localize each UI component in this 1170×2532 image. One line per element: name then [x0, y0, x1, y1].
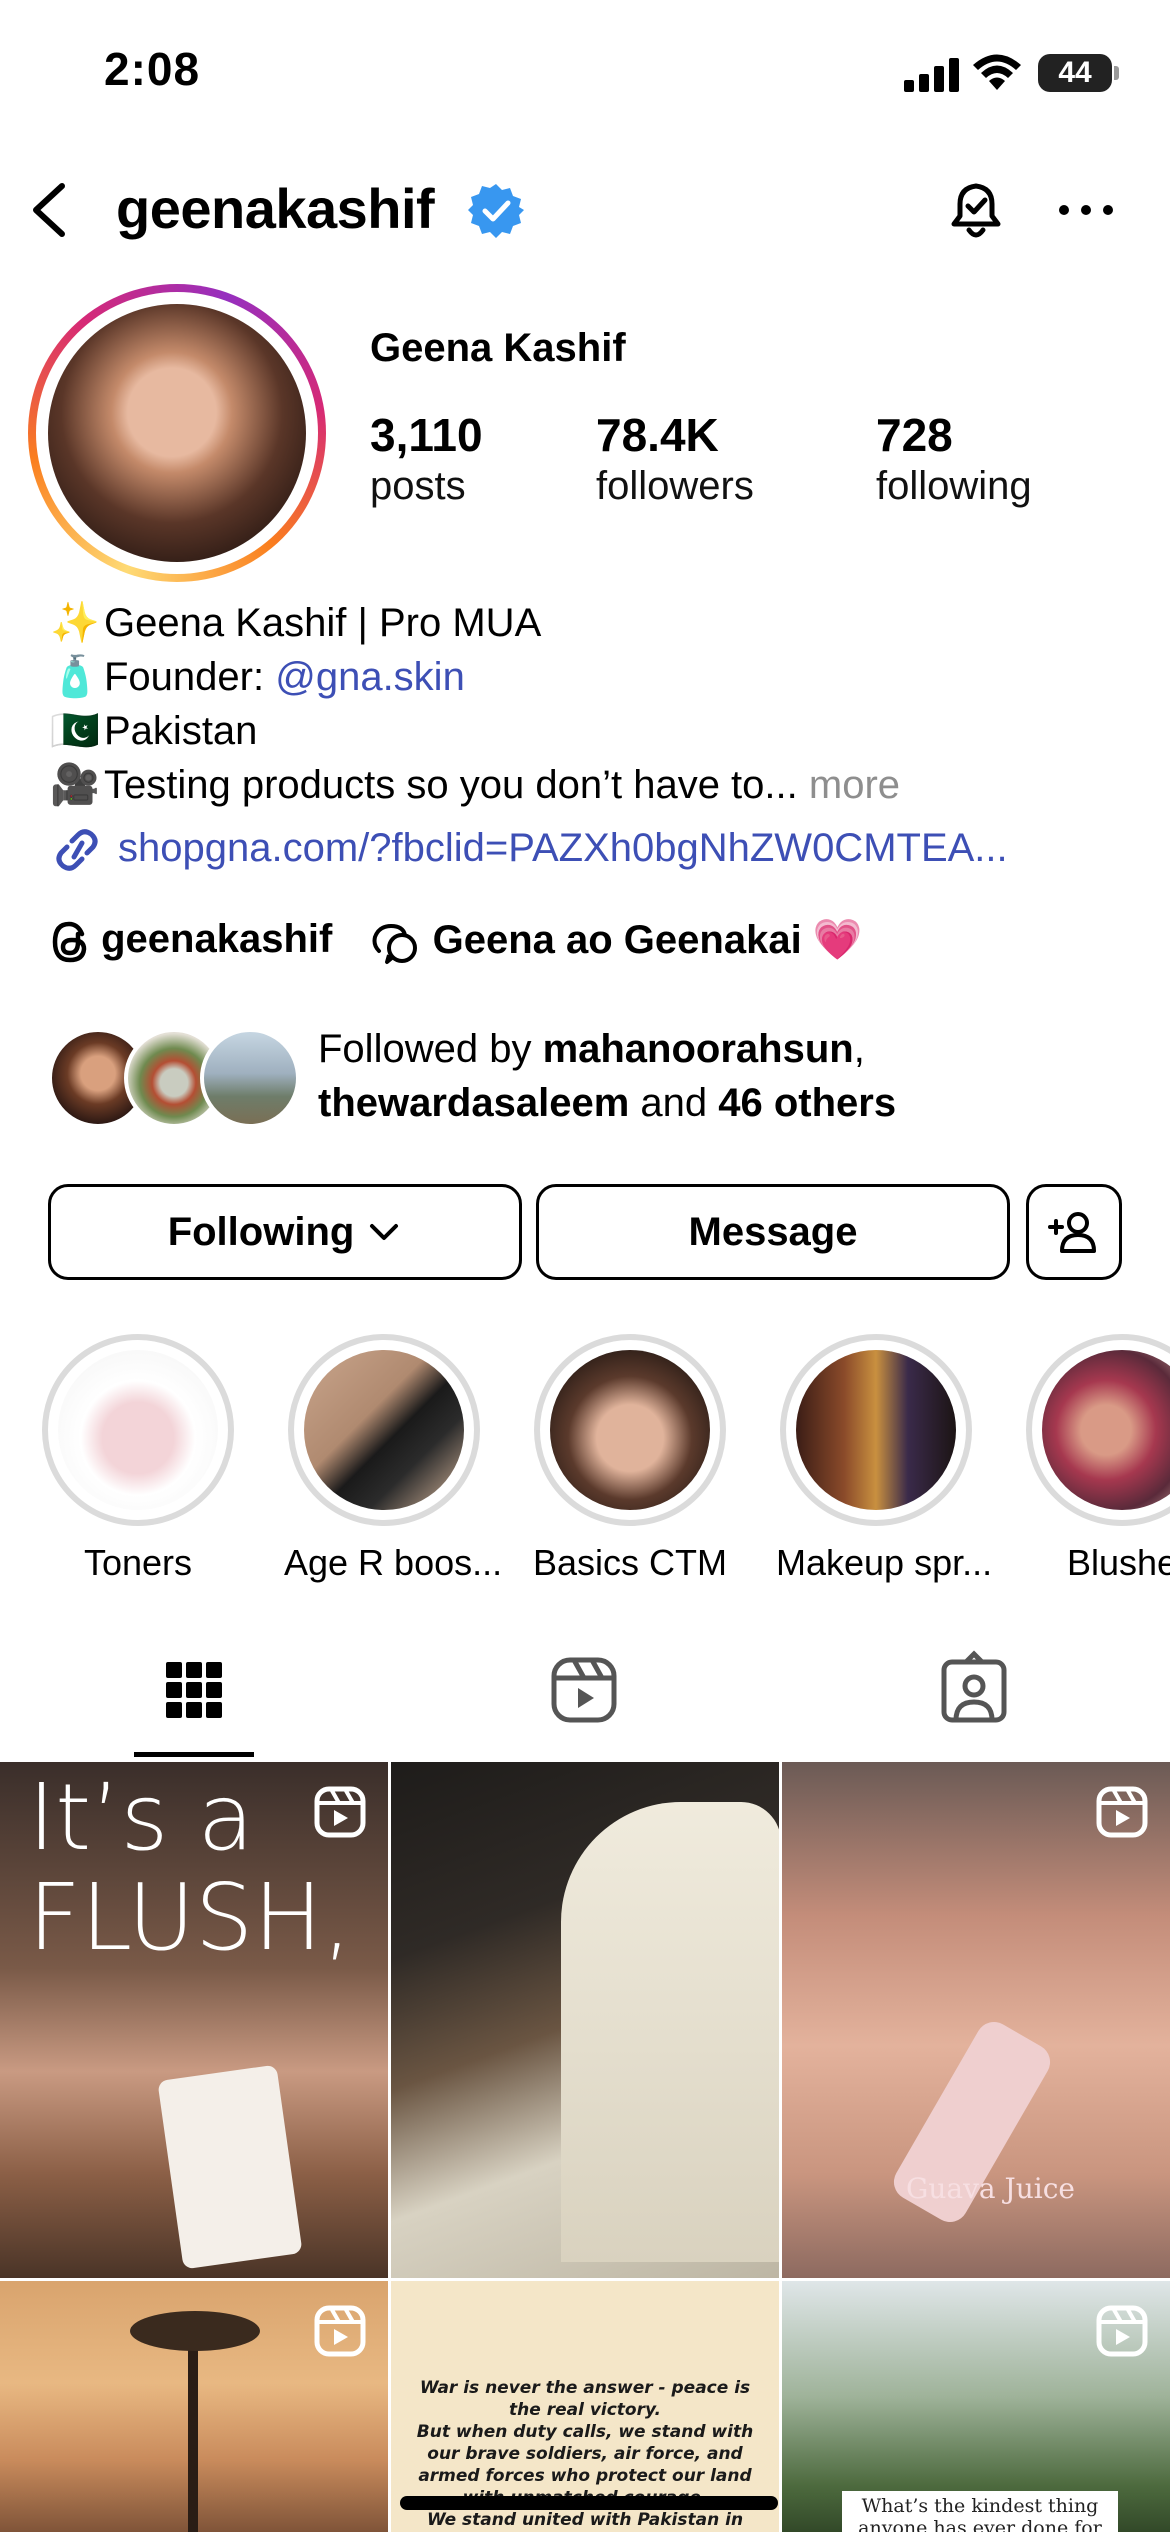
story-highlight[interactable]: Makeup spr...	[776, 1334, 993, 1584]
profile-header-bar: geenakashif	[0, 160, 1170, 260]
post-caption: Guava Juice	[906, 2172, 1075, 2205]
message-button[interactable]: Message	[536, 1184, 1010, 1280]
tree-trunk	[188, 2321, 198, 2532]
verified-badge-icon	[468, 184, 524, 238]
highlight-cover	[304, 1350, 464, 1510]
bio-line-2: 🧴 Founder: @gna.skin	[50, 650, 1130, 704]
tree-canopy	[130, 2311, 260, 2351]
external-link[interactable]: shopgna.com/?fbclid=PAZXh0bgNhZW0CMTEA..…	[50, 826, 1008, 873]
reel-icon	[1096, 1786, 1148, 1838]
sparkles-emoji: ✨	[50, 601, 100, 645]
more-options-icon[interactable]	[1054, 182, 1118, 238]
pakistan-flag-emoji: 🇵🇰	[50, 709, 100, 753]
profile-content-tabs	[0, 1636, 1170, 1760]
followers-count: 78.4K	[596, 409, 719, 461]
status-bar: 2:08 44	[0, 0, 1170, 150]
following-button[interactable]: Following	[48, 1184, 522, 1280]
reels-tab-icon[interactable]	[544, 1650, 624, 1730]
mutual-follower-others: 46 others	[718, 1081, 897, 1125]
lotion-emoji: 🧴	[50, 655, 100, 699]
back-arrow-icon[interactable]	[20, 174, 80, 244]
threads-link[interactable]: geenakashif	[50, 917, 332, 963]
mutual-follower-avatar	[200, 1028, 300, 1128]
notifications-bell-icon[interactable]	[940, 174, 1012, 246]
post-text-box: What’s the kindest thing anyone has ever…	[842, 2491, 1118, 2532]
profile-avatar-story-ring[interactable]	[28, 284, 326, 582]
grid-post[interactable]: War is never the answer - peace is the r…	[391, 2281, 779, 2532]
followers-label: followers	[596, 464, 754, 508]
grid-post[interactable]: What’s the kindest thing anyone has ever…	[782, 2281, 1170, 2532]
add-person-icon	[1048, 1212, 1096, 1253]
social-links-row: geenakashif Geena ao Geenakai 💗	[50, 916, 891, 976]
battery-icon: 44	[1038, 54, 1119, 92]
highlight-label: Basics CTM	[532, 1542, 727, 1583]
highlight-label: Toners	[83, 1542, 193, 1583]
reel-icon	[314, 2305, 366, 2357]
grid-post[interactable]	[391, 1762, 779, 2278]
story-highlight[interactable]: Blushe	[1022, 1334, 1170, 1584]
highlight-cover	[796, 1350, 956, 1510]
mutual-follower-name: mahanoorahsun	[542, 1027, 854, 1071]
posts-stat[interactable]: 3,110 posts	[370, 408, 483, 510]
chevron-down-icon	[370, 1224, 399, 1240]
following-stat[interactable]: 728 following	[876, 408, 1032, 510]
followed-by-text: Followed by mahanoorahsun, thewardasalee…	[318, 1027, 897, 1125]
highlight-cover	[550, 1350, 710, 1510]
story-highlight[interactable]: Age R boos...	[284, 1334, 503, 1584]
status-time: 2:08	[104, 43, 201, 95]
grid-posts-tab-icon[interactable]	[154, 1650, 234, 1730]
highlight-label: Age R boos...	[284, 1542, 503, 1583]
grid-post[interactable]: It’s a FLUSH,	[0, 1762, 388, 2278]
product-box	[157, 2064, 303, 2270]
followers-stat[interactable]: 78.4K followers	[596, 408, 754, 510]
wifi-icon	[973, 54, 1021, 90]
highlight-label: Makeup spr...	[776, 1542, 993, 1583]
pink-heart-emoji: 💗	[812, 918, 863, 963]
tagged-tab-icon[interactable]	[934, 1650, 1014, 1730]
bio-line-1: ✨ Geena Kashif | Pro MUA	[50, 596, 1130, 650]
mention-link[interactable]: @gna.skin	[275, 655, 465, 699]
bio: ✨ Geena Kashif | Pro MUA 🧴 Founder: @gna.s…	[50, 596, 1130, 812]
highlight-cover	[1042, 1350, 1170, 1510]
link-icon	[56, 829, 98, 872]
story-highlight[interactable]: Basics CTM	[530, 1334, 730, 1584]
threads-icon	[52, 921, 87, 962]
grid-post[interactable]: Guava Juice	[782, 1762, 1170, 2278]
following-label: following	[876, 464, 1032, 508]
highlight-label: Blushe	[1066, 1542, 1170, 1583]
bio-line-3: 🇵🇰 Pakistan	[50, 704, 1130, 758]
bio-more-link[interactable]: more	[809, 763, 900, 807]
story-highlight[interactable]: Toners	[38, 1334, 238, 1584]
home-indicator[interactable]	[400, 2496, 778, 2510]
active-tab-indicator	[134, 1752, 254, 1757]
reel-icon	[1096, 2305, 1148, 2357]
post-overlay-text: FLUSH,	[28, 1864, 352, 1971]
profile-username: geenakashif	[116, 177, 435, 240]
reel-icon	[314, 1786, 366, 1838]
cellular-signal-icon	[904, 58, 962, 92]
profile-avatar	[48, 304, 306, 562]
broadcast-channel-link[interactable]: Geena ao Geenakai 💗	[371, 916, 863, 964]
channel-name: Geena ao Geenakai	[432, 918, 802, 963]
following-count: 728	[876, 409, 953, 461]
highlight-cover	[58, 1350, 218, 1510]
channel-chat-icon	[372, 923, 418, 964]
mutual-follower-name: thewardasaleem	[318, 1081, 630, 1125]
suggested-people-button[interactable]	[1026, 1184, 1122, 1280]
grid-post[interactable]	[0, 2281, 388, 2532]
followed-by-section[interactable]: Followed by mahanoorahsun, thewardasalee…	[48, 1020, 1148, 1140]
white-scarf	[561, 1802, 779, 2262]
bio-line-4: 🎥 Testing products so you don’t have to..…	[50, 758, 1130, 812]
threads-handle: geenakashif	[101, 917, 333, 962]
display-name: Geena Kashif	[370, 326, 626, 370]
posts-count: 3,110	[370, 409, 483, 461]
posts-label: posts	[370, 464, 466, 508]
camera-emoji: 🎥	[50, 763, 100, 807]
post-overlay-text: It’s a	[28, 1764, 255, 1871]
